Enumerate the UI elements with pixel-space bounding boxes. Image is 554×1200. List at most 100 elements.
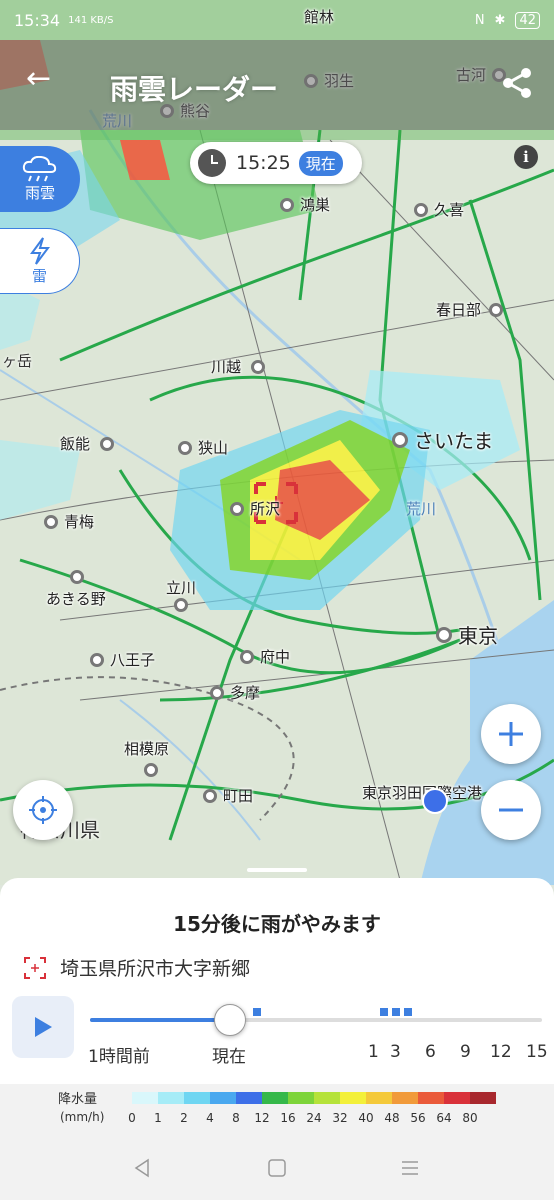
location-name: 埼玉県所沢市大字新郷 [60, 958, 251, 980]
time-indicator[interactable]: 15:25 現在 [190, 142, 362, 184]
nav-back-icon[interactable] [132, 1158, 152, 1178]
rain-marker [380, 1008, 388, 1016]
rain-marker [253, 1008, 261, 1016]
layer-rain-label: 雨雲 [24, 183, 55, 202]
app-bar: ← 雨雲レーダー [0, 40, 554, 130]
current-location-dot [422, 788, 448, 814]
legend-swatch [418, 1092, 444, 1104]
city-label: 鴻巣 [280, 194, 330, 215]
drag-handle[interactable] [247, 868, 307, 872]
system-nav-bar [0, 1140, 554, 1200]
city-label: 八王子 [90, 649, 155, 670]
legend-swatch [470, 1092, 496, 1104]
precipitation-legend: 降水量 (mm/h) 0 1 2 4 8 12 16 24 32 40 48 56 64 80 [0, 1084, 554, 1140]
net-speed: 141 KB/S [68, 14, 114, 26]
city-label: あきる野 [46, 570, 106, 609]
city-label: 所沢 [230, 498, 280, 519]
legend-value: 4 [206, 1111, 214, 1125]
legend-value: 0 [128, 1111, 136, 1125]
locate-button[interactable] [13, 780, 73, 840]
timeline-label: 3 [390, 1042, 401, 1062]
legend-value: 24 [306, 1111, 322, 1125]
legend-swatch [340, 1092, 366, 1104]
city-label: 狭山 [178, 437, 228, 458]
legend-title: 降水量 [58, 1092, 98, 1107]
city-label: 府中 [240, 646, 290, 667]
city-label: 久喜 [414, 199, 464, 220]
status-bar: 15:34 141 KB/S N ✱ 42 [0, 0, 554, 40]
timeline-label: 15 [526, 1042, 548, 1062]
radar-map[interactable]: 館林 羽生 古河 熊谷 鴻巣 久喜 春日部 川越 飯能 狭山 さいたま 青梅 所… [0, 0, 554, 885]
city-label: 東京 [436, 620, 498, 649]
bluetooth-icon: ✱ [494, 12, 506, 28]
city-label: 町田 [203, 785, 253, 806]
location-marker-icon [24, 956, 46, 979]
legend-swatch [236, 1092, 262, 1104]
city-label: 春日部 [436, 299, 504, 320]
legend-value: 32 [332, 1111, 348, 1125]
river-label: 荒川 [406, 500, 437, 518]
legend-value: 40 [358, 1111, 374, 1125]
legend-value: 2 [180, 1111, 188, 1125]
legend-swatch [262, 1092, 288, 1104]
legend-value: 80 [462, 1111, 478, 1125]
share-icon[interactable] [500, 66, 534, 100]
info-icon[interactable]: i [514, 145, 538, 169]
play-button[interactable] [12, 996, 74, 1058]
city-label: 多摩 [210, 682, 260, 703]
plus-icon [499, 722, 523, 746]
zoom-in-button[interactable] [481, 704, 541, 764]
layer-thunder-label: 雷 [31, 266, 47, 285]
city-label: 青梅 [44, 511, 94, 532]
forecast-panel: 15分後に雨がやみます 埼玉県所沢市大字新郷 1時間前 現在 1 3 6 9 1… [0, 868, 554, 1084]
play-icon [35, 1017, 52, 1037]
zoom-out-button[interactable] [481, 780, 541, 840]
timeline-progress [90, 1018, 230, 1022]
city-label: 相模原 [124, 738, 169, 777]
legend-swatch [132, 1092, 158, 1104]
legend-swatch [366, 1092, 392, 1104]
minus-icon [499, 808, 523, 812]
legend-value: 48 [384, 1111, 400, 1125]
timeline-label: 6 [425, 1042, 436, 1062]
nav-home-icon[interactable] [267, 1158, 287, 1178]
legend-swatch [184, 1092, 210, 1104]
layer-thunder-button[interactable]: 雷 [0, 228, 80, 294]
location-row: 埼玉県所沢市大字新郷 [24, 954, 250, 981]
arrow-left-icon[interactable]: ← [26, 64, 51, 94]
city-label: 飯能 [60, 433, 115, 454]
city-label: 川越 [211, 356, 266, 377]
timeline-label: 1時間前 [88, 1047, 150, 1067]
forecast-message: 15分後に雨がやみます [173, 912, 381, 936]
rain-marker [392, 1008, 400, 1016]
timeline-label: 12 [490, 1042, 512, 1062]
rain-marker [404, 1008, 412, 1016]
timeline-knob[interactable] [214, 1004, 246, 1036]
city-label: 立川 [166, 577, 196, 612]
legend-swatch [158, 1092, 184, 1104]
nfc-icon: N [474, 12, 485, 28]
timeline-label: 9 [460, 1042, 471, 1062]
lightning-icon [29, 236, 50, 265]
status-time: 15:34 [14, 10, 61, 30]
legend-swatch [210, 1092, 236, 1104]
legend-value: 64 [436, 1111, 452, 1125]
layer-rain-button[interactable]: 雨雲 [0, 146, 80, 212]
nav-menu-icon[interactable] [400, 1158, 420, 1178]
legend-swatch [392, 1092, 418, 1104]
legend-value: 8 [232, 1111, 240, 1125]
city-label: さいたま [392, 425, 493, 454]
legend-value: 12 [254, 1111, 270, 1125]
current-time: 15:25 [236, 152, 291, 174]
rain-cloud-icon [22, 155, 57, 181]
legend-value: 56 [410, 1111, 426, 1125]
timeline-label: 1 [368, 1042, 379, 1062]
timeline-label: 現在 [212, 1047, 246, 1067]
battery-icon: 42 [515, 11, 540, 29]
clock-icon [198, 149, 226, 177]
legend-unit: (mm/h) [60, 1110, 105, 1124]
crosshair-icon [29, 796, 57, 824]
now-badge: 現在 [298, 150, 343, 176]
page-title: 雨雲レーダー [110, 73, 279, 106]
legend-swatch [444, 1092, 470, 1104]
